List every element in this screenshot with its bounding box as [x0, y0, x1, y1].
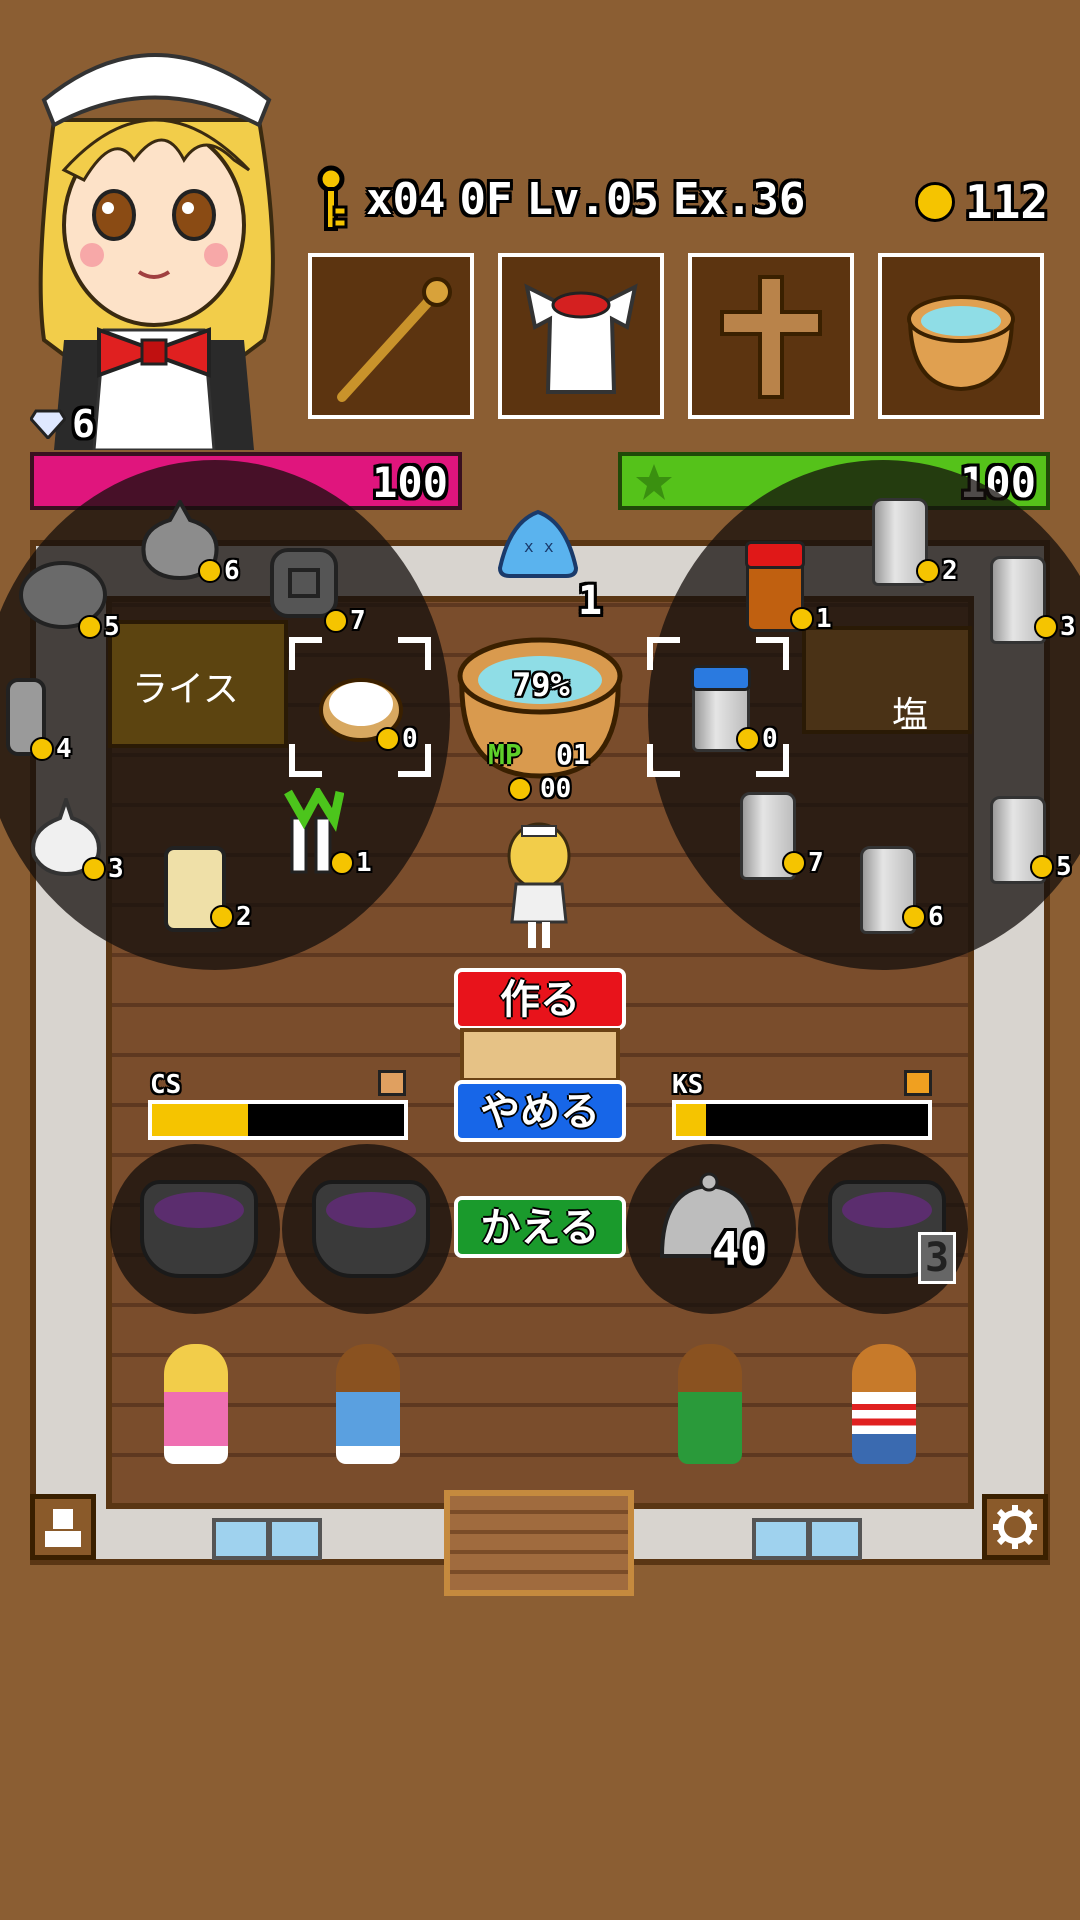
coin-icon — [736, 727, 760, 751]
coin-icon — [82, 857, 106, 881]
svg-text:x: x — [544, 537, 554, 556]
salt-label: 塩 — [892, 695, 929, 736]
cs-label: CS — [150, 1070, 182, 1100]
coin-icon — [1030, 855, 1054, 879]
pot-count: 3 — [918, 1232, 957, 1284]
floor-label: 0F — [459, 173, 513, 225]
coin-icon — [210, 905, 234, 929]
settings-button[interactable] — [982, 1494, 1048, 1560]
stone-jar-count: 7 — [324, 606, 366, 636]
profile-button[interactable] — [30, 1494, 96, 1560]
cauldron[interactable]: 79% — [454, 626, 626, 792]
coin-icon — [508, 777, 532, 801]
coin-icon — [324, 609, 348, 633]
ks-crown-icon — [904, 1070, 932, 1096]
onion-count: 6 — [198, 556, 240, 586]
person-icon — [45, 1509, 81, 1547]
pot-icon — [907, 295, 1015, 392]
maid-apron-icon — [524, 283, 638, 394]
jar-b-count: 3 — [1034, 612, 1076, 642]
dish-pot-1[interactable] — [140, 1180, 258, 1278]
gear-icon — [993, 1505, 1037, 1549]
mp-label: MP — [488, 738, 522, 771]
equip-slot-staff[interactable] — [308, 253, 474, 419]
key-icon — [317, 165, 348, 231]
coin-icon — [915, 182, 955, 222]
coin-icon — [1034, 615, 1058, 639]
hp-value: 100 — [372, 458, 448, 507]
diamond-icon — [30, 409, 66, 439]
customer-boy-blue[interactable] — [336, 1344, 400, 1464]
jar-c-count: 7 — [782, 848, 824, 878]
salt-count: 0 — [736, 724, 778, 754]
coin-icon — [78, 615, 102, 639]
bamboo-count: 2 — [210, 902, 252, 932]
slime-monster[interactable]: xx — [496, 508, 580, 582]
coin-count: 112 — [965, 175, 1049, 229]
selected-salt-slot[interactable] — [646, 636, 790, 778]
maid-sprite — [504, 822, 574, 956]
garlic-count: 3 — [82, 854, 124, 884]
equip-slot-cross[interactable] — [688, 253, 854, 419]
entrance-stairs — [444, 1490, 634, 1596]
cs-gauge — [148, 1100, 408, 1140]
gem-counter: 6 — [30, 402, 95, 446]
key-count: x04 — [366, 173, 446, 225]
rice-count: 0 — [376, 724, 418, 754]
customer-kid-striped[interactable] — [852, 1344, 916, 1464]
slime-count: 1 — [578, 578, 603, 624]
window-left — [212, 1518, 322, 1560]
jar-e-count: 5 — [1030, 852, 1072, 882]
exp-label: Ex.36 — [672, 173, 806, 225]
whisk-count: 4 — [30, 734, 72, 764]
coin-icon — [902, 905, 926, 929]
coin-icon — [330, 851, 354, 875]
ks-label: KS — [672, 1070, 704, 1100]
coin-icon — [782, 851, 806, 875]
cs-face-icon — [378, 1070, 406, 1096]
equip-slot-apron[interactable] — [498, 253, 664, 419]
mp-cost: 01 — [556, 738, 590, 771]
dish-pot-2[interactable] — [312, 1180, 430, 1278]
window-right — [752, 1518, 862, 1560]
stop-button[interactable]: やめる — [454, 1080, 626, 1142]
coin-icon — [30, 737, 54, 761]
gem-count: 6 — [72, 402, 95, 446]
make-table — [460, 1028, 620, 1082]
equip-slot-pot[interactable] — [878, 253, 1044, 419]
maid-portrait[interactable] — [14, 10, 294, 452]
pan-count: 5 — [78, 612, 120, 642]
level-label: Lv.05 — [526, 173, 659, 225]
rice-label: ライス — [132, 669, 239, 710]
leek-count: 1 — [330, 848, 372, 878]
jar-d-count: 6 — [902, 902, 944, 932]
staff-icon — [337, 277, 452, 402]
cauldron-percent: 79% — [512, 666, 570, 704]
ks-gauge — [672, 1100, 932, 1140]
salt-shelf: 塩 — [802, 626, 972, 736]
rice-shelf: ライス — [108, 620, 288, 748]
svg-text:x: x — [524, 537, 534, 556]
change-button[interactable]: かえる — [454, 1196, 626, 1258]
selected-rice-slot[interactable] — [288, 636, 432, 778]
coin-icon — [790, 607, 814, 631]
coin-icon — [376, 727, 400, 751]
cauldron-coin: 00 — [508, 774, 571, 804]
status-line: x04 0F Lv.05 Ex.36 — [310, 165, 805, 233]
red-jar-count: 1 — [790, 604, 832, 634]
coin-icon — [916, 559, 940, 583]
coin-icon — [198, 559, 222, 583]
customer-girl-pink[interactable] — [164, 1344, 228, 1464]
customer-man-green[interactable] — [678, 1344, 742, 1464]
make-button[interactable]: 作る — [454, 968, 626, 1030]
cross-icon — [720, 275, 822, 399]
jar-a-count: 2 — [916, 556, 958, 586]
star-icon — [636, 464, 672, 500]
cloche-count: 40 — [712, 1222, 768, 1276]
coin-total: 112 — [915, 175, 1048, 229]
